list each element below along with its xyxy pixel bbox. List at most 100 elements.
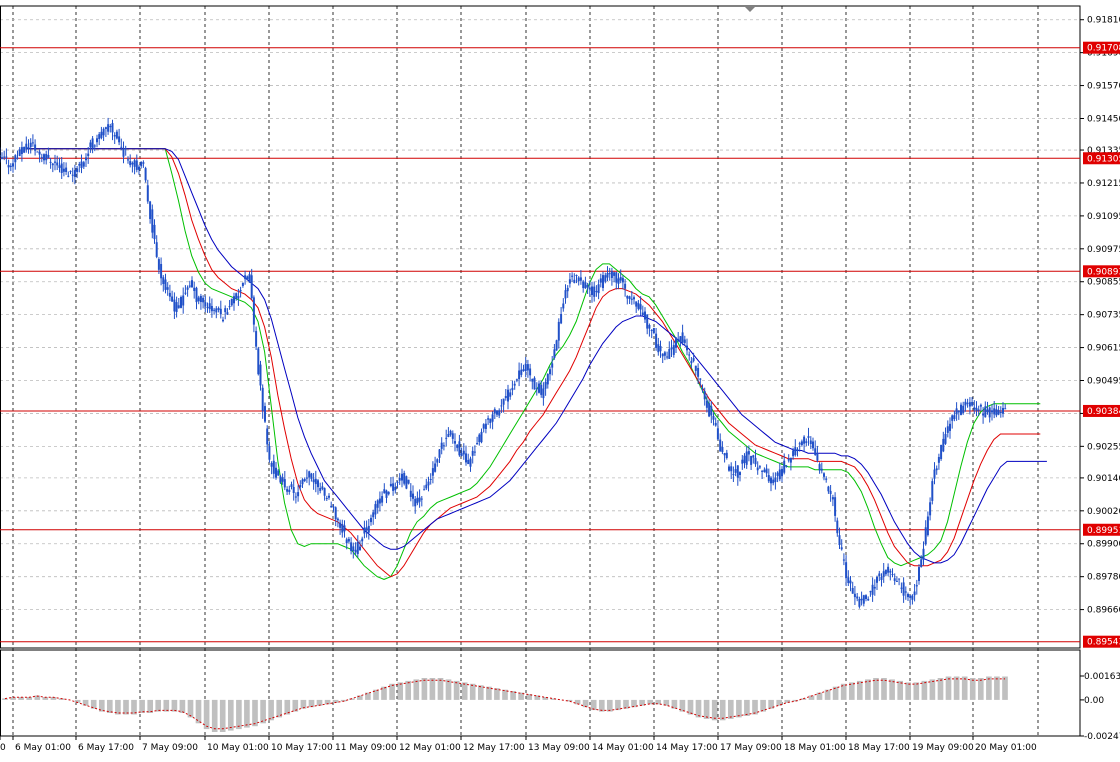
candle-body: [544, 381, 547, 389]
candle-body: [109, 125, 112, 128]
candle-body: [964, 401, 967, 406]
candle-body: [425, 484, 428, 489]
candle-body: [436, 459, 439, 463]
candle-body: [339, 522, 342, 528]
candle-body: [924, 527, 927, 545]
candle-body: [107, 124, 110, 132]
candle-body: [878, 573, 881, 576]
candle-body: [776, 472, 779, 476]
candle-body: [434, 463, 437, 472]
price-tick-label: 0.90255: [1087, 442, 1120, 452]
time-tick-label: 17 May 09:00: [720, 743, 782, 753]
candle-body: [582, 281, 585, 289]
candle-body: [869, 591, 872, 593]
price-tick-label: 0.91215: [1087, 179, 1120, 189]
candle-body: [909, 595, 912, 598]
candle-body: [849, 580, 852, 584]
candle-body: [38, 151, 41, 155]
candle-body: [476, 443, 479, 445]
candle-body: [193, 287, 196, 291]
candle-body: [898, 578, 901, 580]
candle-body: [995, 409, 998, 416]
candle-body: [138, 166, 140, 170]
candle-body: [3, 156, 6, 158]
candle-body: [65, 167, 68, 172]
candle-body: [915, 585, 918, 587]
candle-body: [913, 591, 916, 596]
candle-body: [451, 433, 454, 439]
candle-body: [365, 527, 368, 531]
candle-body: [202, 297, 205, 303]
candle-body: [818, 464, 821, 471]
candle-body: [979, 404, 982, 407]
candle-body: [155, 242, 158, 257]
candle-body: [7, 165, 10, 168]
candle-body: [317, 480, 319, 488]
candle-body: [789, 457, 792, 463]
candle-body: [535, 388, 538, 390]
candle-body: [681, 332, 684, 343]
candle-body: [805, 441, 808, 443]
candle-body: [334, 507, 337, 520]
candle-body: [814, 448, 817, 455]
candle-body: [613, 272, 616, 276]
candle-body: [564, 290, 567, 299]
candle-body: [957, 410, 960, 413]
candle-body: [723, 453, 726, 456]
candle-body: [151, 209, 154, 233]
candle-body: [372, 512, 375, 518]
candle-body: [407, 479, 410, 484]
candle-body: [352, 546, 355, 551]
price-tick-label: 0.90140: [1087, 474, 1120, 484]
candle-body: [493, 409, 496, 414]
level-tag-label: 0.89951: [1087, 526, 1120, 536]
candle-body: [778, 469, 781, 480]
candle-body: [529, 368, 532, 376]
candle-body: [579, 277, 582, 281]
candle-body: [401, 473, 403, 481]
candle-body: [45, 154, 48, 161]
candle-body: [299, 485, 302, 488]
candle-body: [498, 410, 501, 416]
candle-body: [646, 314, 649, 329]
candle-body: [465, 453, 467, 463]
chart-svg: 0.918100.916900.915700.914500.913350.912…: [0, 0, 1120, 758]
level-price-tag: 0.91305: [1083, 152, 1120, 165]
candle-body: [694, 365, 697, 371]
candle-body: [87, 153, 90, 156]
candle-body: [67, 175, 70, 177]
candle-body: [884, 569, 887, 575]
candle-body: [635, 301, 638, 307]
candle-body: [310, 473, 313, 479]
candle-body: [440, 442, 443, 449]
candle-body: [949, 423, 951, 431]
candle-body: [429, 479, 432, 480]
candle-body: [728, 466, 730, 471]
price-chart[interactable]: 0.918100.916900.915700.914500.913350.912…: [0, 0, 1120, 758]
candle-body: [633, 297, 635, 300]
candle-body: [149, 201, 152, 219]
candle-body: [356, 541, 359, 554]
candle-body: [624, 283, 627, 289]
candle-body: [16, 157, 19, 159]
candle-body: [469, 458, 472, 467]
candle-body: [891, 574, 894, 575]
candle-body: [531, 378, 534, 382]
candle-body: [575, 275, 578, 276]
candle-body: [396, 481, 399, 483]
candle-body: [670, 347, 673, 350]
candle-body: [385, 490, 388, 498]
candle-body: [177, 305, 180, 308]
candle-body: [747, 451, 750, 455]
candle-body: [858, 599, 861, 607]
candle-body: [719, 439, 722, 452]
candle-body: [595, 291, 598, 293]
candle-body: [199, 296, 202, 302]
candle-body: [741, 459, 744, 464]
candle-body: [966, 402, 969, 404]
candle-body: [113, 135, 116, 137]
candle-body: [991, 410, 993, 413]
candle-body: [224, 308, 227, 313]
candle-body: [988, 407, 991, 418]
candle-body: [889, 570, 892, 573]
